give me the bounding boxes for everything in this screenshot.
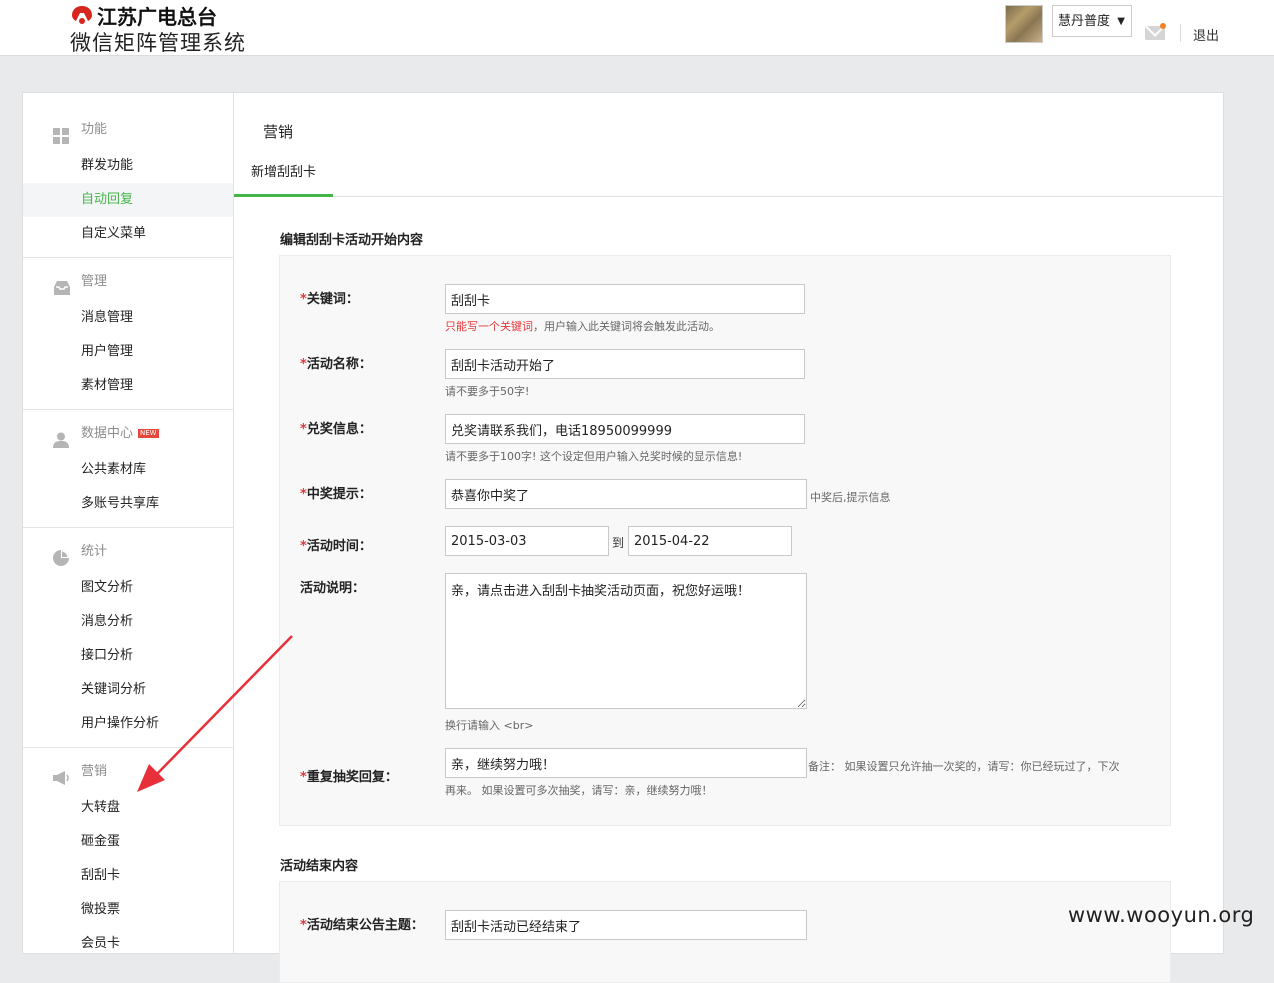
sidebar-item-api-analysis[interactable]: 接口分析 — [23, 639, 233, 673]
description-hint: 换行请输入 <br> — [445, 719, 534, 732]
form-start-content: *关键词： 只能写一个关键词，用户输入此关键词将会触发此活动。 *活动名称： 请… — [279, 255, 1171, 826]
sidebar-item-custom-menu[interactable]: 自定义菜单 — [23, 217, 233, 251]
sidebar-group-manage: 管理 消息管理 用户管理 素材管理 — [23, 258, 233, 410]
sidebar-item-shared-library[interactable]: 多账号共享库 — [23, 487, 233, 521]
sidebar-item-users[interactable]: 用户管理 — [23, 335, 233, 369]
repeat-reply-input[interactable] — [445, 748, 807, 778]
keyword-input[interactable] — [445, 284, 805, 314]
sidebar-item-user-action-analysis[interactable]: 用户操作分析 — [23, 707, 233, 741]
repeat-reply-label: *重复抽奖回复： — [300, 770, 398, 785]
win-tip-label: *中奖提示： — [300, 487, 372, 502]
sidebar-group-title: 统计 — [23, 533, 233, 571]
prize-info-input[interactable] — [445, 414, 805, 444]
tab-new-scratch-card[interactable]: 新增刮刮卡 — [234, 155, 333, 197]
pie-chart-icon — [53, 544, 69, 566]
sidebar-group-data-center: 数据中心 NEW 公共素材库 多账号共享库 — [23, 410, 233, 528]
win-tip-input[interactable] — [445, 479, 807, 509]
top-header: 江苏广电总台 微信矩阵管理系统 慧丹普度 ▼ 退出 — [0, 0, 1274, 56]
sidebar-item-scratch-card[interactable]: 刮刮卡 — [23, 859, 233, 893]
brand-logo[interactable]: 江苏广电总台 微信矩阵管理系统 — [70, 4, 246, 57]
keyword-hint: 只能写一个关键词，用户输入此关键词将会触发此活动。 — [445, 320, 720, 333]
prize-info-label: *兑奖信息： — [300, 422, 372, 437]
logout-link[interactable]: 退出 — [1193, 25, 1219, 44]
sidebar-group-title: 营销 — [23, 753, 233, 791]
sidebar-group-title: 管理 — [23, 263, 233, 301]
section-title-start: 编辑刮刮卡活动开始内容 — [280, 233, 424, 248]
activity-time-label: *活动时间： — [300, 539, 372, 554]
description-label: 活动说明： — [300, 581, 366, 596]
inbox-icon — [53, 274, 70, 295]
page-title: 营销 — [263, 123, 294, 141]
account-avatar[interactable] — [1005, 5, 1043, 43]
keyword-label: *关键词： — [300, 292, 359, 307]
sidebar-group-function: 功能 群发功能 自动回复 自定义菜单 — [23, 93, 233, 258]
unread-dot — [1160, 23, 1166, 29]
sidebar-item-mass-send[interactable]: 群发功能 — [23, 149, 233, 183]
start-date-input[interactable] — [445, 526, 609, 556]
sidebar-item-messages[interactable]: 消息管理 — [23, 301, 233, 335]
prize-info-hint: 请不要多于100字! 这个设定但用户输入兑奖时候的显示信息! — [445, 450, 743, 463]
sidebar-group-title: 数据中心 NEW — [23, 415, 233, 453]
grid-icon — [53, 122, 69, 144]
sidebar-item-materials[interactable]: 素材管理 — [23, 369, 233, 403]
sidebar: 功能 群发功能 自动回复 自定义菜单 管理 消息管理 用户管理 素材管理 数据中… — [23, 93, 234, 953]
megaphone-icon — [53, 764, 69, 785]
sidebar-item-keyword-analysis[interactable]: 关键词分析 — [23, 673, 233, 707]
activity-name-hint: 请不要多于50字! — [445, 385, 530, 398]
sidebar-item-public-library[interactable]: 公共素材库 — [23, 453, 233, 487]
win-tip-hint: 中奖后,提示信息 — [810, 491, 891, 504]
end-title-label: *活动结束公告主题： — [300, 918, 424, 933]
sidebar-item-message-analysis[interactable]: 消息分析 — [23, 605, 233, 639]
caret-down-icon: ▼ — [1117, 16, 1125, 27]
sidebar-group-title: 功能 — [23, 111, 233, 149]
new-badge: NEW — [138, 429, 159, 438]
activity-name-input[interactable] — [445, 349, 805, 379]
brand-name: 江苏广电总台 — [97, 4, 217, 29]
account-name: 慧丹普度 — [1058, 14, 1111, 29]
brand-mark-icon — [70, 4, 94, 26]
end-date-input[interactable] — [628, 526, 792, 556]
repeat-reply-hint-2: 再来。 如果设置可多次抽奖，请写：亲，继续努力哦！ — [445, 784, 713, 797]
sidebar-item-auto-reply[interactable]: 自动回复 — [23, 183, 233, 217]
content-area: 营销 新增刮刮卡 编辑刮刮卡活动开始内容 *关键词： 只能写一个关键词，用户输入… — [234, 93, 1223, 983]
sidebar-item-golden-egg[interactable]: 砸金蛋 — [23, 825, 233, 859]
sidebar-item-article-analysis[interactable]: 图文分析 — [23, 571, 233, 605]
account-switcher[interactable]: 慧丹普度 ▼ — [1052, 5, 1132, 37]
date-separator: 到 — [612, 536, 625, 550]
sidebar-item-big-wheel[interactable]: 大转盘 — [23, 791, 233, 825]
sidebar-group-marketing: 营销 大转盘 砸金蛋 刮刮卡 微投票 会员卡 — [23, 748, 233, 967]
repeat-reply-hint-1: 备注： 如果设置只允许抽一次奖的，请写：你已经玩过了，下次 — [808, 760, 1120, 773]
description-textarea[interactable]: 亲，请点击进入刮刮卡抽奖活动页面，祝您好运哦！ — [445, 573, 807, 709]
system-name: 微信矩阵管理系统 — [70, 31, 246, 55]
watermark: www.wooyun.org — [1068, 903, 1255, 927]
end-title-input[interactable] — [445, 910, 807, 940]
tab-bar: 新增刮刮卡 — [234, 155, 1223, 197]
user-icon — [53, 426, 69, 448]
main-panel: 功能 群发功能 自动回复 自定义菜单 管理 消息管理 用户管理 素材管理 数据中… — [22, 92, 1224, 983]
sidebar-group-statistics: 统计 图文分析 消息分析 接口分析 关键词分析 用户操作分析 — [23, 528, 233, 748]
form-end-content: *活动结束公告主题： — [279, 881, 1171, 983]
sidebar-item-vote[interactable]: 微投票 — [23, 893, 233, 927]
sidebar-item-member-card[interactable]: 会员卡 — [23, 927, 233, 961]
activity-name-label: *活动名称： — [300, 357, 372, 372]
section-title-end: 活动结束内容 — [280, 859, 359, 874]
header-divider — [1180, 24, 1181, 42]
